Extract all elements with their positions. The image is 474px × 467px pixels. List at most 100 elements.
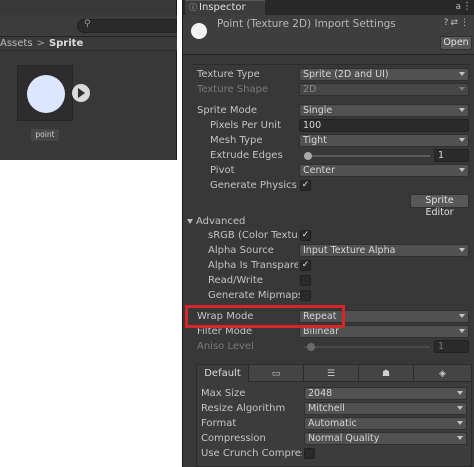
format-row: Format Automatic [197,416,471,431]
max-size-value: 2048 [308,388,333,399]
webgl-icon: ◈ [439,369,446,379]
chevron-down-icon [459,248,465,252]
use-crunch-checkbox[interactable] [304,448,315,459]
chevron-down-icon [459,108,465,112]
breadcrumb-assets[interactable]: Assets [0,38,33,49]
open-button[interactable]: Open [440,36,472,50]
texture-asset-icon [191,23,207,39]
chevron-down-icon [459,138,465,142]
advanced-foldout[interactable]: Advanced [183,214,474,229]
generate-physics-shape-checkbox[interactable]: ✓ [300,180,311,191]
android-icon: ☗ [381,369,391,379]
alpha-is-transparency-label: Alpha Is Transparenc [208,260,298,271]
texture-type-row: Texture Type Sprite (2D and UI) [183,67,474,82]
mesh-type-value: Tight [303,135,327,146]
tab-menu-icon[interactable]: ⋮ [462,0,472,14]
aniso-level-slider-track [304,346,430,348]
alpha-is-transparency-row: Alpha Is Transparenc ✓ [183,258,474,273]
chevron-down-icon [457,421,463,425]
pixels-per-unit-field[interactable]: 100 [299,119,469,132]
generate-mipmaps-checkbox[interactable] [300,290,311,301]
advanced-label: Advanced [187,214,245,229]
extrude-edges-slider-track[interactable] [304,155,430,157]
breadcrumb: Assets > Sprite [0,37,177,51]
format-label: Format [201,418,237,429]
pivot-label: Pivot [210,165,235,176]
generate-physics-shape-row: Generate Physics Sh ✓ [183,178,474,193]
chevron-down-icon [459,168,465,172]
resize-algorithm-dropdown[interactable]: Mitchell [304,402,467,415]
tab-server[interactable]: ☰ [304,365,359,382]
tab-android[interactable]: ☗ [359,365,414,382]
format-value: Automatic [308,418,357,429]
asset-thumbnail[interactable] [17,65,73,121]
read-write-checkbox[interactable] [300,275,311,286]
tab-webgl[interactable]: ◈ [414,365,471,382]
generate-mipmaps-label: Generate Mipmaps [208,290,304,301]
compression-value: Normal Quality [308,433,380,444]
alpha-is-transparency-checkbox[interactable]: ✓ [300,260,311,271]
sprite-mode-label: Sprite Mode [197,105,258,116]
alpha-source-dropdown[interactable]: Input Texture Alpha [299,244,469,257]
foldout-arrow-icon [187,218,193,224]
inspector-panel: ⓘ Inspector a ⋮ Point (Texture 2D) Import… [182,0,474,467]
compression-dropdown[interactable]: Normal Quality [304,432,467,445]
extrude-edges-slider-handle[interactable] [304,152,312,160]
aniso-level-row: Aniso Level 1 [183,339,474,354]
generate-mipmaps-row: Generate Mipmaps [183,288,474,303]
sprite-editor-button[interactable]: Sprite Editor [410,194,469,218]
sprite-mode-dropdown[interactable]: Single [299,104,469,117]
sprite-mode-row: Sprite Mode Single [183,103,474,118]
presets-icon[interactable]: ⇄ [450,18,460,28]
alpha-source-label: Alpha Source [208,245,274,256]
max-size-row: Max Size 2048 [197,386,471,401]
advanced-text: Advanced [196,216,246,227]
use-crunch-row: Use Crunch Compressic [197,446,471,461]
extrude-edges-field[interactable]: 1 [434,149,469,162]
mesh-type-dropdown[interactable]: Tight [299,134,469,147]
project-panel: ⚲ Assets > Sprite point [0,0,177,160]
context-menu-icon[interactable]: ⋮ [460,18,471,28]
texture-type-value: Sprite (2D and UI) [303,69,389,80]
header-icons: ?⇄⋮ [444,18,471,28]
compression-row: Compression Normal Quality [197,431,471,446]
extrude-edges-label: Extrude Edges [210,150,283,161]
texture-shape-row: Texture Shape 2D [183,82,474,97]
pivot-value: Center [303,165,335,176]
chevron-down-icon [457,436,463,440]
texture-type-label: Texture Type [197,69,260,80]
server-icon: ☰ [326,369,336,379]
page-title: Point (Texture 2D) Import Settings [217,18,396,30]
pixels-per-unit-label: Pixels Per Unit [210,120,281,131]
srgb-checkbox[interactable]: ✓ [300,230,311,241]
pixels-per-unit-row: Pixels Per Unit 100 [183,118,474,133]
tab-inspector[interactable]: ⓘ Inspector [185,0,265,15]
srgb-row: sRGB (Color Texture ✓ [183,228,474,243]
inspector-header: Point (Texture 2D) Import Settings ?⇄⋮ O… [183,15,474,55]
tab-inspector-label: Inspector [199,2,246,13]
use-crunch-label: Use Crunch Compressic [201,448,302,459]
alpha-source-value: Input Texture Alpha [303,245,396,256]
chevron-down-icon [459,72,465,76]
tab-standalone[interactable]: ▭ [249,365,304,382]
breadcrumb-sprite[interactable]: Sprite [49,38,83,49]
resize-algorithm-row: Resize Algorithm Mitchell [197,401,471,416]
aniso-level-label: Aniso Level [197,341,254,352]
expand-asset-play-icon[interactable] [72,84,90,102]
format-dropdown[interactable]: Automatic [304,417,467,430]
asset-name-label[interactable]: point [31,129,59,141]
texture-type-dropdown[interactable]: Sprite (2D and UI) [299,68,469,81]
lock-icon[interactable]: a [455,0,461,14]
mesh-type-label: Mesh Type [210,135,263,146]
chevron-down-icon [459,314,465,318]
read-write-row: Read/Write [183,273,474,288]
search-input[interactable]: ⚲ [77,19,177,33]
wrap-mode-highlight [185,305,345,328]
resize-algorithm-label: Resize Algorithm [201,403,286,414]
read-write-label: Read/Write [208,275,263,286]
breadcrumb-separator: > [36,38,45,49]
generate-physics-shape-label: Generate Physics Sh [210,180,298,191]
tab-default[interactable]: Default [197,365,249,382]
max-size-dropdown[interactable]: 2048 [304,387,467,400]
pivot-dropdown[interactable]: Center [299,164,469,177]
